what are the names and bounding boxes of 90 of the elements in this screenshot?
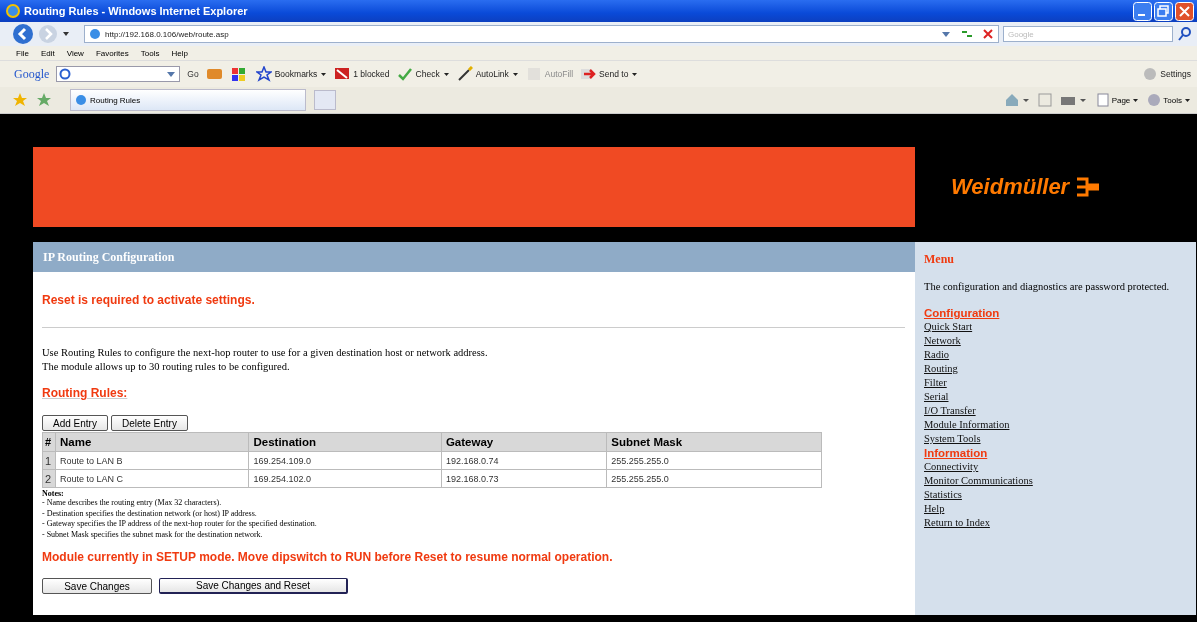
save-button[interactable]: Save Changes: [42, 578, 152, 594]
menu-item[interactable]: File: [16, 48, 29, 58]
table-cell: Route to LAN C: [55, 469, 249, 488]
toolbar-button[interactable]: AutoLink: [456, 66, 519, 82]
sidebar-link[interactable]: I/O Transfer: [924, 404, 976, 418]
save-button[interactable]: Save Changes and Reset: [159, 578, 348, 594]
sidebar-link[interactable]: Quick Start: [924, 320, 973, 334]
table-button[interactable]: Add Entry: [42, 415, 108, 431]
panel-title: IP Routing Configuration: [33, 242, 915, 272]
description-text: The module allows up to 30 routing rules to be configured.: [42, 360, 291, 374]
browser-icon[interactable]: [6, 4, 20, 18]
notes-title: Notes:: [42, 489, 65, 498]
caret-icon[interactable]: [511, 70, 519, 78]
menu-item[interactable]: Edit: [40, 48, 55, 58]
sidebar-link[interactable]: System Tools: [924, 432, 981, 446]
column-header: Gateway: [441, 432, 607, 452]
search-field[interactable]: Google: [1003, 26, 1173, 42]
menu-item[interactable]: View: [66, 48, 84, 58]
table-cell: 169.254.109.0: [249, 451, 442, 470]
blocked-icon[interactable]: [334, 66, 351, 82]
toolbar-button[interactable]: Check: [396, 66, 450, 82]
column-header: #: [42, 432, 56, 452]
command-button[interactable]: Tools: [1147, 93, 1191, 107]
sidebar-link[interactable]: Monitor Communications: [924, 474, 1033, 488]
sidebar-link[interactable]: Network: [924, 334, 961, 348]
go-button[interactable]: Go: [187, 69, 199, 79]
caret-icon[interactable]: [1132, 96, 1140, 104]
description-text: Use Routing Rules to configure the next-hop router to use for a given destination host or network address.: [42, 346, 489, 360]
restore-icon[interactable]: [1154, 1, 1173, 21]
browser-tab[interactable]: Routing Rules: [70, 89, 306, 111]
sidebar-link[interactable]: Statistics: [924, 488, 962, 502]
sidebar-link[interactable]: Serial: [924, 390, 949, 404]
column-header: Name: [55, 432, 249, 452]
command-button[interactable]: Page: [1095, 93, 1140, 107]
note-text: - Gateway specifies the IP address of the next-hop router for the specified destination.: [42, 519, 318, 530]
table-cell: 192.168.0.74: [441, 451, 607, 470]
note-text: - Subnet Mask specifies the subnet mask for the destination network.: [42, 529, 264, 540]
sidebar-title: Menu: [924, 252, 954, 267]
arrow-icon[interactable]: [580, 66, 597, 82]
caret-icon[interactable]: [320, 70, 328, 78]
sidebar-link[interactable]: Routing: [924, 362, 958, 376]
google-g-icon[interactable]: [59, 68, 72, 80]
caret-icon[interactable]: [631, 70, 639, 78]
sidebar-link[interactable]: Filter: [924, 376, 947, 390]
window-title: Routing Rules - Windows Internet Explorer: [24, 5, 249, 17]
url-text: http://192.168.0.106/web/route.asp: [105, 29, 230, 39]
table-cell: 255.255.255.0: [606, 469, 822, 488]
back-icon[interactable]: [12, 23, 34, 45]
table-cell: 169.254.102.0: [249, 469, 442, 488]
note-text: - Name describes the routing entry (Max 32 characters).: [42, 498, 223, 509]
alert-message: Reset is required to activate settings.: [42, 293, 256, 307]
caret-icon[interactable]: [62, 30, 70, 38]
table-cell: 192.168.0.73: [441, 469, 607, 488]
toolbar-search-field[interactable]: [56, 66, 181, 82]
favorites-star-icon[interactable]: [12, 92, 28, 108]
settings-button[interactable]: Settings: [1143, 67, 1191, 81]
sidebar-link[interactable]: Module Information: [924, 418, 1010, 432]
check-icon[interactable]: [396, 66, 413, 82]
warning-message: Module currently in SETUP mode. Move dipswitch to RUN before Reset to resume normal operation.: [42, 550, 614, 564]
section-heading: Routing Rules:: [42, 386, 129, 400]
sidebar-link[interactable]: Radio: [924, 348, 950, 362]
minimize-icon[interactable]: [1133, 1, 1152, 21]
table-cell: 255.255.255.0: [606, 451, 822, 470]
star-icon[interactable]: [255, 66, 272, 82]
logo-mark-icon[interactable]: [1075, 176, 1102, 198]
toolbar-button[interactable]: 1 blocked: [334, 66, 390, 82]
stop-icon[interactable]: [982, 28, 994, 40]
sidebar-link[interactable]: Connectivity: [924, 460, 979, 474]
toolbar-button[interactable]: Send to: [580, 66, 639, 82]
table-button[interactable]: Delete Entry: [110, 415, 188, 431]
table-cell: Route to LAN B: [55, 451, 249, 470]
brand-logo: Weidmüller: [951, 174, 1070, 200]
close-icon[interactable]: [1175, 1, 1194, 21]
menu-item[interactable]: Favorites: [95, 48, 129, 58]
sidebar-link[interactable]: Return to Index: [924, 516, 990, 530]
sidebar-link[interactable]: Help: [924, 502, 945, 516]
note-text: - Destination specifies the destination network (or host) IP address.: [42, 508, 258, 519]
column-header: Subnet Mask: [606, 432, 822, 452]
menu-item[interactable]: Help: [171, 48, 188, 58]
caret-icon[interactable]: [1184, 96, 1191, 104]
search-icon[interactable]: [1177, 26, 1193, 42]
google-logo: Google: [14, 66, 50, 82]
wand-icon[interactable]: [456, 66, 473, 82]
refresh-icon[interactable]: [960, 28, 974, 40]
sidebar-text: The configuration and diagnostics are password protected.: [924, 280, 1170, 294]
toolbar-button[interactable]: Bookmarks: [255, 66, 328, 82]
menu-item[interactable]: Tools: [140, 48, 160, 58]
address-field[interactable]: http://192.168.0.106/web/route.asp: [84, 25, 999, 43]
caret-icon[interactable]: [442, 70, 450, 78]
column-header: Destination: [249, 432, 442, 452]
